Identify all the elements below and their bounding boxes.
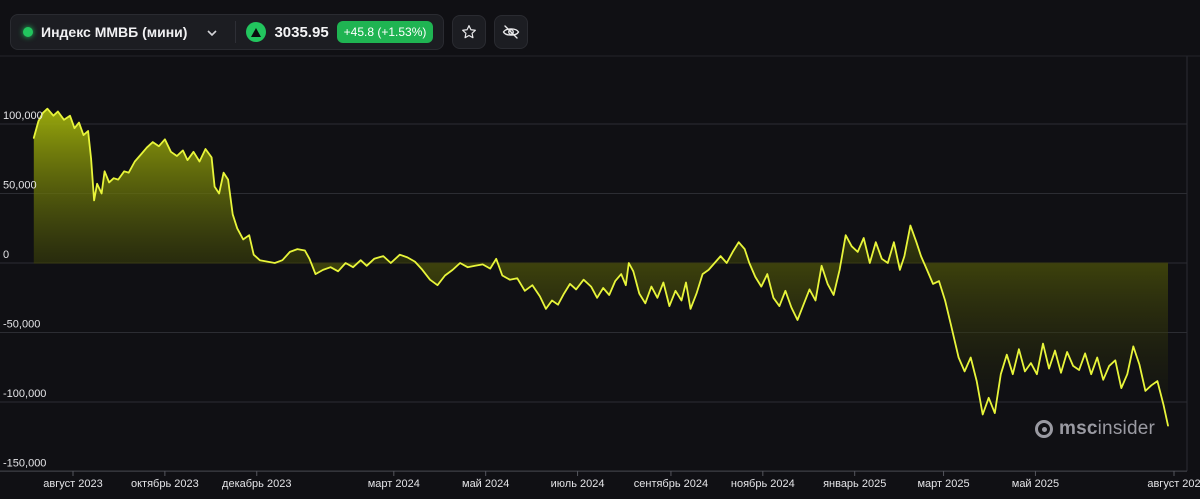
y-tick-label: 100,000 [3, 110, 43, 122]
x-tick-label: октябрь 2023 [131, 478, 199, 490]
x-tick-label: январь 2025 [823, 478, 886, 490]
x-tick-label: июль 2024 [551, 478, 605, 490]
brand-name-rest: insider [1097, 418, 1156, 439]
x-tick-label: март 2025 [917, 478, 969, 490]
brand-watermark: mscinsider [1035, 418, 1155, 440]
x-tick-label: ноябрь 2024 [731, 478, 795, 490]
x-tick-label: март 2024 [368, 478, 420, 490]
x-tick-label: май 2024 [462, 478, 509, 490]
chart-area[interactable]: 100,000 50,000 0 -50,000 -100,000 -150,000 авг… [0, 0, 1200, 499]
x-tick-label: август 202 [1147, 478, 1200, 490]
y-tick-label: 0 [3, 249, 9, 261]
y-tick-label: -150,000 [3, 458, 46, 470]
x-tick-label: сентябрь 2024 [634, 478, 708, 490]
x-tick-label: май 2025 [1012, 478, 1059, 490]
y-tick-label: -100,000 [3, 388, 46, 400]
brand-name-bold: msc [1059, 418, 1098, 439]
y-tick-label: -50,000 [3, 319, 40, 331]
brand-logo-icon [1035, 420, 1053, 438]
y-tick-label: 50,000 [3, 180, 37, 192]
x-tick-label: август 2023 [43, 478, 102, 490]
x-tick-label: декабрь 2023 [222, 478, 291, 490]
